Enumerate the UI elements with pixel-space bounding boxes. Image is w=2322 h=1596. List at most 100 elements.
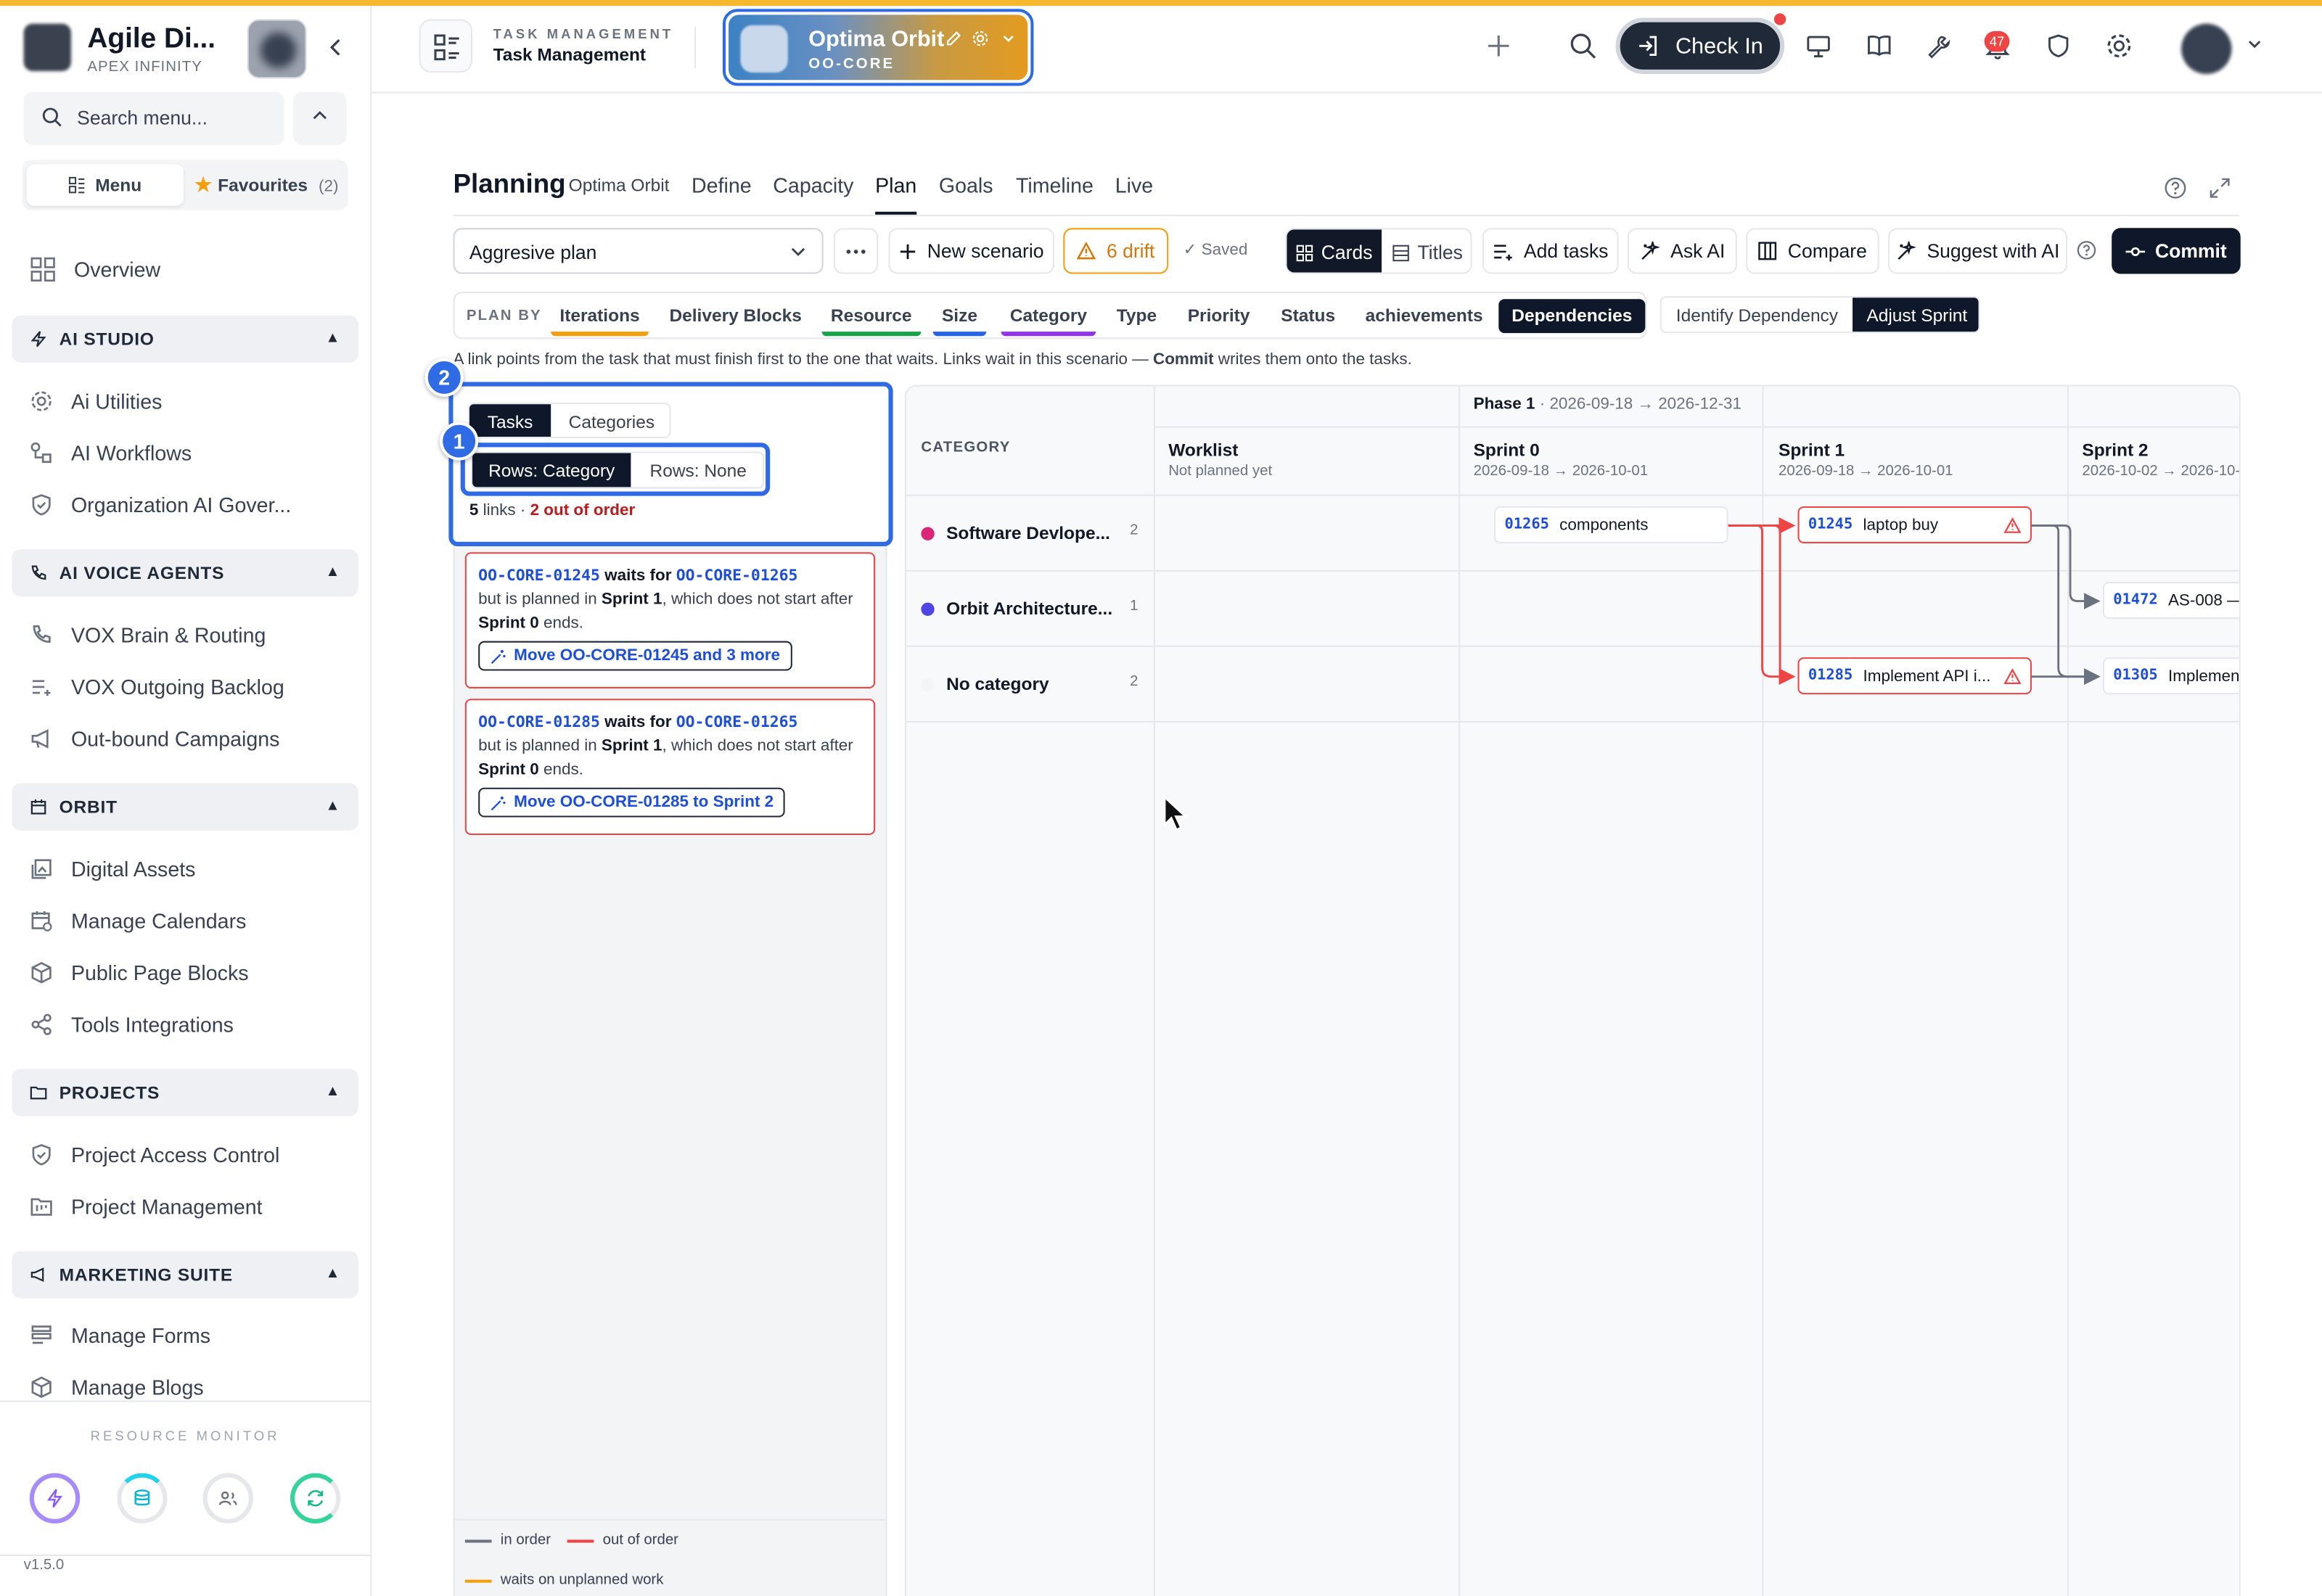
- planby-resource[interactable]: Resource: [821, 305, 921, 337]
- help-icon[interactable]: [2164, 176, 2188, 207]
- task-card[interactable]: 01245 laptop buy: [1797, 506, 2032, 543]
- help-icon[interactable]: [2076, 240, 2097, 268]
- module-icon[interactable]: [419, 19, 473, 73]
- sync-monitor[interactable]: [290, 1473, 341, 1523]
- cards-view-button[interactable]: Cards: [1287, 229, 1382, 273]
- sidebar-item-vox-brain[interactable]: VOX Brain & Routing: [30, 619, 266, 651]
- tab-goals[interactable]: Goals: [939, 173, 993, 197]
- planby-size[interactable]: Size: [932, 305, 987, 337]
- add-button[interactable]: [1475, 22, 1522, 70]
- suggest-ai-button[interactable]: Suggest with AI: [1888, 228, 2067, 274]
- section-marketing-suite[interactable]: MARKETING SUITE ▲: [12, 1251, 358, 1299]
- users-monitor[interactable]: [202, 1473, 253, 1523]
- sidebar-item-ai-workflows[interactable]: AI Workflows: [30, 437, 192, 469]
- workspace-avatar[interactable]: [247, 19, 307, 79]
- planby-dependencies[interactable]: Dependencies: [1498, 299, 1646, 334]
- drift-button[interactable]: 6 drift: [1063, 228, 1169, 274]
- planby-status[interactable]: Status: [1281, 305, 1335, 326]
- chevron-down-icon[interactable]: [1001, 31, 1016, 46]
- task-id-link[interactable]: OO-CORE-01245: [478, 567, 600, 585]
- planby-option-label: Resource: [830, 305, 912, 326]
- security-button[interactable]: [2035, 22, 2082, 70]
- check-in-button[interactable]: Check In: [1615, 17, 1785, 75]
- categories-tab[interactable]: Categories: [551, 404, 669, 437]
- task-id-link[interactable]: OO-CORE-01285: [478, 714, 600, 731]
- cpu-monitor[interactable]: [29, 1473, 81, 1523]
- settings-button[interactable]: [2096, 22, 2143, 70]
- sidebar-item-project-management[interactable]: Project Management: [30, 1190, 263, 1223]
- sidebar-item-manage-calendars[interactable]: Manage Calendars: [30, 905, 246, 937]
- section-orbit[interactable]: ORBIT ▲: [12, 783, 358, 831]
- section-ai-voice-agents[interactable]: AI VOICE AGENTS ▲: [12, 549, 358, 597]
- search-button[interactable]: [1559, 22, 1607, 70]
- sidebar-item-outbound-campaigns[interactable]: Out-bound Campaigns: [30, 723, 279, 755]
- new-scenario-button[interactable]: New scenario: [888, 228, 1055, 274]
- rows-category-button[interactable]: Rows: Category: [472, 453, 631, 488]
- compare-button[interactable]: Compare: [1746, 228, 1879, 274]
- sidebar-item-manage-forms[interactable]: Manage Forms: [30, 1319, 210, 1352]
- section-ai-studio[interactable]: AI STUDIO ▲: [12, 315, 358, 363]
- planby-type[interactable]: Type: [1117, 305, 1157, 326]
- sidebar-item-manage-blogs[interactable]: Manage Blogs: [30, 1371, 204, 1404]
- titles-view-button[interactable]: Titles: [1382, 229, 1470, 272]
- sidebar-item-ai-governance[interactable]: Organization AI Gover...: [30, 488, 291, 521]
- commit-button[interactable]: Commit: [2112, 228, 2241, 274]
- conflict-card: OO-CORE-01285 waits for OO-CORE-01265 bu…: [464, 699, 876, 836]
- planby-iterations[interactable]: Iterations: [551, 305, 649, 337]
- tab-define[interactable]: Define: [692, 173, 752, 197]
- dependency-id-link[interactable]: OO-CORE-01265: [676, 714, 798, 731]
- sidebar-item-tools-integrations[interactable]: Tools Integrations: [30, 1008, 234, 1041]
- tab-menu[interactable]: Menu: [26, 164, 184, 206]
- tools-button[interactable]: [1915, 22, 1962, 70]
- task-card[interactable]: 01265 components: [1494, 506, 1728, 543]
- chevron-down-icon: [791, 247, 805, 257]
- search-input[interactable]: [77, 106, 284, 129]
- scenario-value: Aggresive plan: [469, 241, 597, 264]
- dependency-id-link[interactable]: OO-CORE-01265: [676, 567, 798, 585]
- tasks-tab[interactable]: Tasks: [469, 404, 551, 437]
- chevron-down-icon[interactable]: [2247, 36, 2262, 57]
- tab-plan[interactable]: Plan: [875, 173, 916, 197]
- task-card[interactable]: 01472 AS-008 —: [2102, 582, 2239, 620]
- scenario-select[interactable]: Aggresive plan: [453, 228, 824, 274]
- docs-button[interactable]: [1855, 22, 1903, 70]
- section-projects[interactable]: PROJECTS ▲: [12, 1069, 358, 1116]
- task-card[interactable]: 01285 Implement API i...: [1797, 657, 2032, 695]
- collapse-sidebar-icon[interactable]: [324, 36, 348, 59]
- adjust-sprint-button[interactable]: Adjust Sprint: [1853, 297, 1979, 332]
- phone-call-icon: [33, 625, 51, 643]
- tab-capacity[interactable]: Capacity: [773, 173, 853, 197]
- sidebar-item-ai-utilities[interactable]: Ai Utilities: [30, 385, 162, 418]
- task-card[interactable]: 01305 Implement: [2102, 657, 2239, 695]
- edit-icon[interactable]: [945, 30, 962, 47]
- sidebar-item-public-page-blocks[interactable]: Public Page Blocks: [30, 956, 249, 989]
- tab-favourites[interactable]: ★ Favourites (2): [188, 165, 345, 206]
- gear-icon[interactable]: [972, 30, 989, 47]
- sidebar-item-vox-outgoing[interactable]: VOX Outgoing Backlog: [30, 670, 284, 703]
- move-task-button[interactable]: Move OO-CORE-01285 to Sprint 2: [478, 787, 786, 818]
- sidebar-item-label: AI Workflows: [70, 441, 192, 465]
- expand-icon[interactable]: [2208, 176, 2232, 207]
- identify-dependency-button[interactable]: Identify Dependency: [1662, 297, 1853, 332]
- more-options-button[interactable]: [833, 228, 879, 274]
- tab-live[interactable]: Live: [1115, 173, 1153, 197]
- ask-ai-button[interactable]: Ask AI: [1627, 228, 1737, 274]
- planby-category[interactable]: Category: [1001, 305, 1096, 337]
- sidebar-item-project-access[interactable]: Project Access Control: [30, 1138, 279, 1171]
- tab-timeline[interactable]: Timeline: [1016, 173, 1094, 197]
- project-switcher[interactable]: Optima Orbit OO-CORE: [722, 9, 1034, 86]
- shield-icon: [2048, 34, 2069, 58]
- sidebar-item-overview[interactable]: Overview: [30, 253, 160, 286]
- planby-delivery-blocks[interactable]: Delivery Blocks: [669, 305, 801, 326]
- dependency-board: Phase 1 · 2026-09-18 → 2026-12-31 CATEGO…: [904, 384, 2241, 1596]
- planby-achievements[interactable]: achievements: [1366, 305, 1483, 326]
- rows-none-button[interactable]: Rows: None: [631, 453, 763, 487]
- monitor-button[interactable]: [1794, 22, 1842, 70]
- move-task-button[interactable]: Move OO-CORE-01245 and 3 more: [478, 641, 792, 671]
- sidebar-item-digital-assets[interactable]: Digital Assets: [30, 853, 195, 886]
- planby-priority[interactable]: Priority: [1188, 305, 1250, 326]
- user-avatar[interactable]: [2181, 23, 2232, 75]
- database-monitor[interactable]: [117, 1473, 168, 1523]
- chevron-up-icon[interactable]: [293, 91, 347, 145]
- add-tasks-button[interactable]: Add tasks: [1482, 228, 1619, 274]
